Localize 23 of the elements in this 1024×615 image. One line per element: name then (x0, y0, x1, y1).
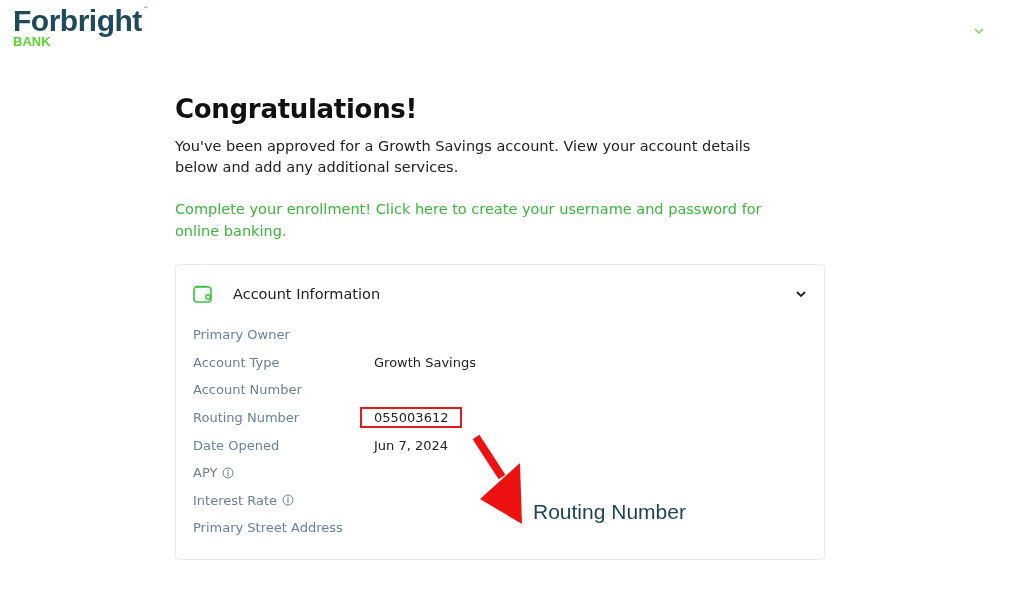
field-label: Account Number (193, 382, 302, 398)
field-value: Growth Savings (373, 353, 477, 372)
field-label: Primary Street Address (193, 520, 343, 536)
logo-tagline: BANK (13, 35, 51, 48)
page-title: Congratulations! (175, 94, 419, 124)
field-value: 055003612 (360, 407, 463, 429)
chevron-icon[interactable] (795, 290, 807, 298)
info-icon[interactable] (282, 494, 295, 507)
wallet-icon (193, 285, 213, 303)
annotation-label: Routing Number (533, 500, 686, 524)
intro-text: You've been approved for a Growth Savings account. View your account details below and add any additional services. (175, 137, 752, 177)
field-label: Date Opened (193, 437, 280, 453)
field-label: Interest Rate (193, 492, 278, 508)
card-title: Account Information (233, 286, 382, 302)
info-icon[interactable] (222, 466, 235, 479)
field-label: APY (193, 465, 218, 481)
field-value: Jun 7, 2024 (372, 436, 450, 455)
enrollment-link[interactable]: Complete your enrollment! Click here to create your username and password for online banking. (175, 198, 805, 242)
field-label: Primary Owner (193, 327, 290, 343)
chevron-down-icon[interactable] (974, 28, 984, 35)
field-label: Account Type (193, 354, 280, 370)
logo-wordmark: Forbright (13, 6, 142, 36)
field-label: Routing Number (193, 410, 300, 426)
